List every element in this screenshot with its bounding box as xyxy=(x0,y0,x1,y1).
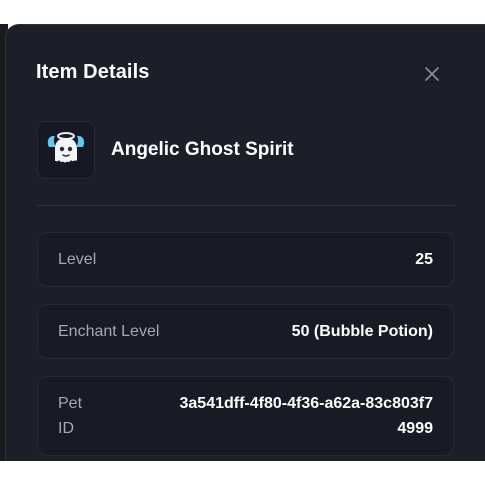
item-header: Angelic Ghost Spirit xyxy=(37,120,457,180)
close-button[interactable] xyxy=(419,61,445,87)
screen: Item Details Angelic Ghost Spirit Level … xyxy=(0,0,485,485)
divider xyxy=(37,205,455,206)
detail-card-level: Level 25 xyxy=(37,232,454,287)
modal-title: Item Details xyxy=(36,61,150,83)
close-icon xyxy=(425,67,439,81)
item-name: Angelic Ghost Spirit xyxy=(111,139,294,160)
ghost-spirit-icon xyxy=(47,132,85,163)
enchant-level-value: 50 (Bubble Potion) xyxy=(291,322,433,340)
level-label: Level xyxy=(58,250,97,268)
detail-card-enchant-level: Enchant Level 50 (Bubble Potion) xyxy=(37,304,454,359)
item-thumbnail xyxy=(37,121,95,179)
item-details-modal: Item Details Angelic Ghost Spirit Level … xyxy=(5,24,485,461)
pet-id-label: Pet ID xyxy=(58,395,83,437)
enchant-level-label: Enchant Level xyxy=(58,322,160,340)
pet-id-value: 3a541dff-4f80-4f36-a62a-83c803f74999 xyxy=(179,395,434,437)
detail-card-pet-id: Pet ID 3a541dff-4f80-4f36-a62a-83c803f74… xyxy=(37,376,454,456)
level-value: 25 xyxy=(415,250,433,268)
